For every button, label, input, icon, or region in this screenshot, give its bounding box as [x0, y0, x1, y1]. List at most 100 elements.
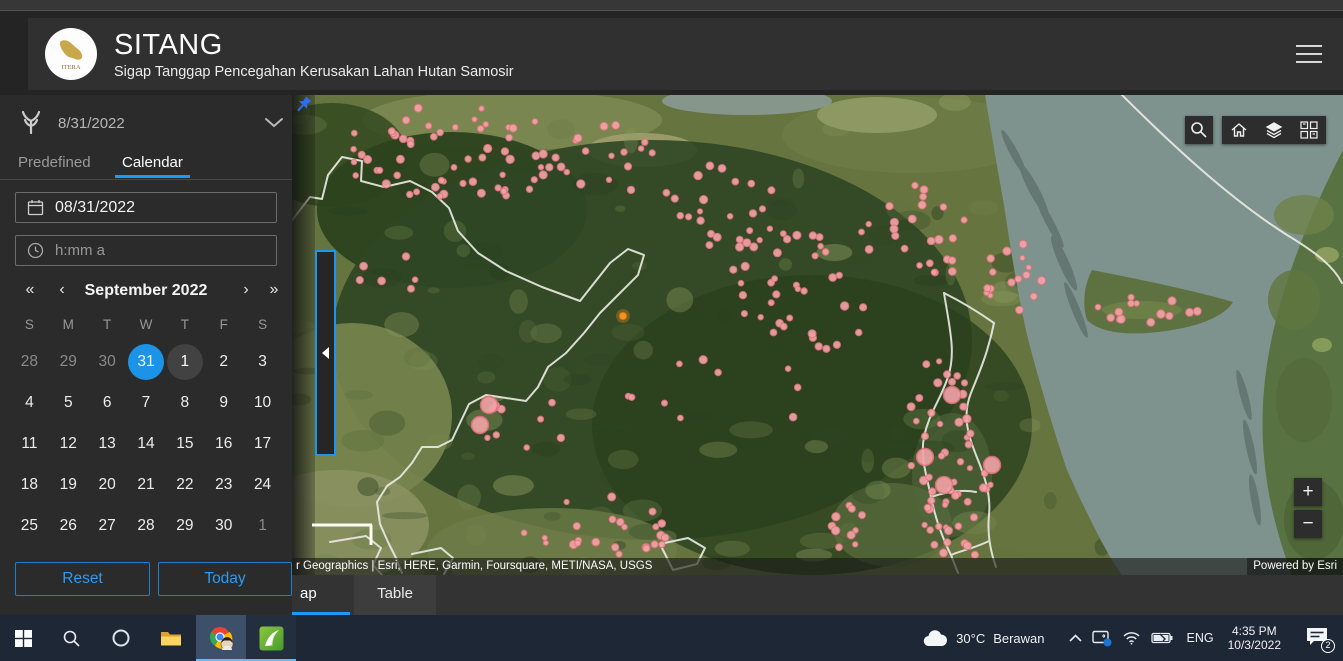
- calendar-day[interactable]: 18: [11, 467, 47, 503]
- calendar-day[interactable]: 28: [11, 344, 47, 380]
- weekday-header: SMTWTFS: [10, 317, 282, 332]
- layers-button[interactable]: [1262, 118, 1286, 142]
- calendar-day[interactable]: 30: [89, 344, 125, 380]
- next-month-button[interactable]: ›: [236, 281, 256, 299]
- folder-icon: [161, 631, 181, 645]
- chrome-button[interactable]: [196, 615, 246, 661]
- file-explorer-button[interactable]: [146, 615, 196, 661]
- logo-text: ITERA: [61, 64, 80, 71]
- calendar-day[interactable]: 2: [206, 344, 242, 380]
- pin-icon[interactable]: [294, 96, 314, 121]
- battery-icon[interactable]: [1150, 632, 1173, 644]
- coreldraw-button[interactable]: [246, 615, 296, 661]
- basemap-button[interactable]: [1297, 118, 1321, 142]
- search-icon: [1191, 122, 1207, 138]
- calendar-day[interactable]: 14: [128, 426, 164, 462]
- weekday-label: T: [103, 317, 112, 332]
- calendar-day[interactable]: 22: [167, 467, 203, 503]
- calendar-day[interactable]: 21: [128, 467, 164, 503]
- calendar-day[interactable]: 15: [167, 426, 203, 462]
- display-status-icon[interactable]: [1091, 630, 1112, 647]
- calendar-day[interactable]: 31: [127, 343, 164, 380]
- coreldraw-icon: [259, 626, 283, 650]
- panel-header[interactable]: 8/31/2022: [0, 105, 292, 139]
- calendar-day[interactable]: 30: [206, 508, 242, 544]
- date-field[interactable]: [15, 192, 277, 223]
- calendar-day[interactable]: 19: [50, 467, 86, 503]
- calendar-day[interactable]: 25: [11, 508, 47, 544]
- clock-icon: [27, 242, 44, 259]
- panel-tabs: Predefined Calendar: [0, 152, 292, 180]
- cortana-button[interactable]: [96, 615, 146, 661]
- calendar-day[interactable]: 28: [128, 508, 164, 544]
- calendar-day[interactable]: 29: [50, 344, 86, 380]
- calendar-day[interactable]: 8: [167, 385, 203, 421]
- home-icon: [1231, 123, 1247, 137]
- title-block: SITANG Sigap Tanggap Pencegahan Kerusaka…: [114, 29, 514, 80]
- calendar-day[interactable]: 16: [206, 426, 242, 462]
- calendar-day[interactable]: 1: [166, 343, 203, 380]
- tab-table[interactable]: Table: [354, 575, 436, 615]
- bottom-tabbar: ap Table: [292, 575, 1343, 615]
- notification-badge: 2: [1321, 639, 1335, 653]
- calendar-day[interactable]: 20: [89, 467, 125, 503]
- weekday-label: S: [24, 317, 34, 332]
- chrome-icon: [210, 627, 234, 651]
- calendar-day[interactable]: 7: [128, 385, 164, 421]
- zoom-in-button[interactable]: +: [1294, 478, 1322, 506]
- map-tool-group: [1222, 116, 1326, 144]
- taskbar-clock[interactable]: 4:35 PM 10/3/2022: [1228, 624, 1281, 652]
- map-search-button[interactable]: [1185, 116, 1213, 144]
- panel-shadow: [292, 95, 315, 575]
- map-canvas[interactable]: [292, 95, 1343, 575]
- next-year-button[interactable]: »: [264, 281, 284, 299]
- calendar-day[interactable]: 10: [245, 385, 281, 421]
- calendar-day[interactable]: 26: [50, 508, 86, 544]
- wifi-icon[interactable]: [1122, 631, 1141, 645]
- reset-button[interactable]: Reset: [15, 562, 150, 596]
- weekday-label: W: [139, 317, 153, 332]
- calendar-day[interactable]: 4: [11, 385, 47, 421]
- tab-map[interactable]: ap: [292, 575, 350, 615]
- calendar-day[interactable]: 9: [206, 385, 242, 421]
- tab-predefined[interactable]: Predefined: [18, 154, 91, 171]
- calendar-day[interactable]: 6: [89, 385, 125, 421]
- calendar-day[interactable]: 17: [245, 426, 281, 462]
- calendar-day[interactable]: 23: [206, 467, 242, 503]
- app-title: SITANG: [114, 28, 223, 61]
- tray-expand-chevron-icon[interactable]: [1068, 634, 1082, 642]
- app-tagline: Sigap Tanggap Pencegahan Kerusakan Lahan…: [114, 63, 514, 80]
- powered-by-esri: Powered by Esri: [1247, 558, 1343, 575]
- weather-temp: 30°C: [956, 630, 986, 646]
- tab-calendar[interactable]: Calendar: [115, 154, 190, 178]
- time-input[interactable]: [55, 241, 245, 260]
- attribution-text: r Geographics | Esri, HERE, Garmin, Four…: [296, 560, 653, 572]
- calendar-day[interactable]: 13: [89, 426, 125, 462]
- panel-collapse-handle[interactable]: [315, 250, 336, 456]
- start-button[interactable]: [0, 615, 46, 661]
- calendar-day[interactable]: 3: [245, 344, 281, 380]
- calendar-nav: « ‹ September 2022 › »: [0, 281, 292, 305]
- language-indicator[interactable]: ENG: [1187, 631, 1214, 645]
- calendar-day[interactable]: 5: [50, 385, 86, 421]
- weekday-label: M: [62, 317, 74, 332]
- itera-logo: ITERA: [45, 28, 97, 80]
- chevron-down-icon[interactable]: [262, 115, 286, 134]
- date-input[interactable]: [55, 198, 245, 217]
- time-field[interactable]: [15, 235, 277, 266]
- calendar-day[interactable]: 27: [89, 508, 125, 544]
- menu-icon[interactable]: [1296, 45, 1322, 63]
- taskbar-search-button[interactable]: [46, 615, 96, 661]
- calendar-day[interactable]: 24: [245, 467, 281, 503]
- home-button[interactable]: [1227, 118, 1251, 142]
- zoom-out-button[interactable]: −: [1294, 510, 1322, 538]
- calendar-day[interactable]: 1: [245, 508, 281, 544]
- action-center-button[interactable]: 2: [1305, 626, 1335, 653]
- calendar-day[interactable]: 11: [11, 426, 47, 462]
- calendar-day[interactable]: 12: [50, 426, 86, 462]
- taskbar-weather[interactable]: 30°C Berawan: [922, 629, 1045, 647]
- cloud-icon: [923, 629, 948, 646]
- windows-taskbar: 30°C Berawan ENG 4:35 PM 10/3/2022 2: [0, 615, 1343, 661]
- calendar-day[interactable]: 29: [167, 508, 203, 544]
- today-button[interactable]: Today: [158, 562, 292, 596]
